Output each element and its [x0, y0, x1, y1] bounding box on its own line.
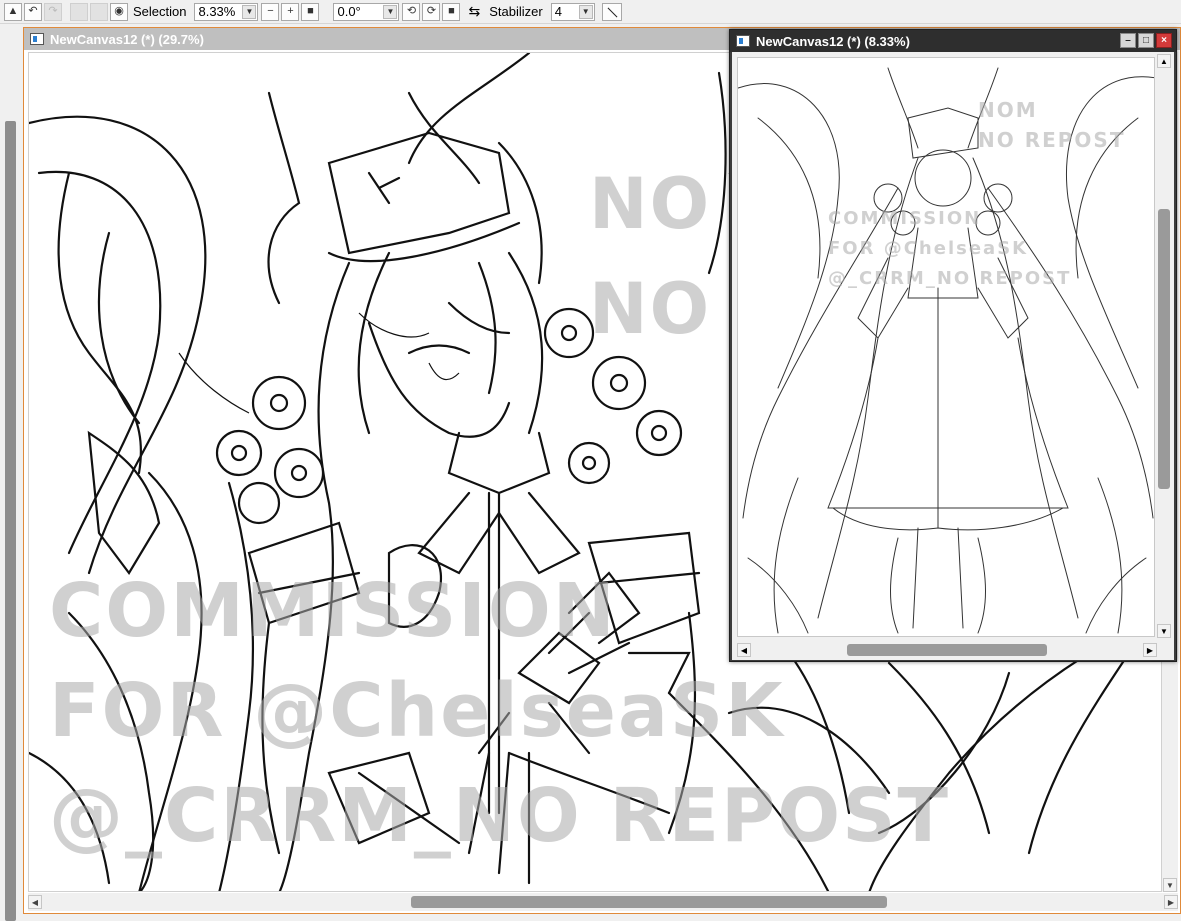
maximize-icon[interactable]: □	[1138, 33, 1154, 48]
navigator-window: NewCanvas12 (*) (8.33%) – □ × NOM NO REP…	[729, 29, 1177, 662]
rotation-value: 0.0°	[337, 4, 361, 19]
main-horizontal-scrollbar[interactable]: ◀ ▶	[28, 893, 1178, 911]
watermark-text: COMMISSION	[828, 208, 982, 229]
watermark-text: FOR @ChelseaSK	[828, 238, 1029, 259]
navigator-title: NewCanvas12 (*) (8.33%)	[756, 33, 910, 49]
navigator-horizontal-scrollbar[interactable]: ◀ ▶	[737, 642, 1157, 658]
watermark-text: NOM	[978, 98, 1038, 122]
chevron-down-icon[interactable]: ▼	[383, 4, 398, 19]
menu-arrow-icon[interactable]: ▲	[4, 2, 22, 21]
navigator-vertical-scrollbar[interactable]: ▲ ▼	[1156, 54, 1172, 638]
scroll-up-icon[interactable]: ▲	[1157, 54, 1171, 68]
rotate-left-icon[interactable]: ⟲	[402, 2, 421, 21]
stabilizer-value: 4	[554, 4, 562, 19]
navigator-canvas[interactable]: NOM NO REPOST COMMISSION FOR @ChelseaSK …	[737, 57, 1155, 637]
rotate-reset-icon[interactable]: ■	[442, 2, 461, 21]
horizontal-scroll-thumb[interactable]	[411, 896, 887, 908]
window-controls: – □ ×	[1118, 33, 1172, 48]
scroll-left-icon[interactable]: ◀	[737, 643, 751, 657]
rotate-right-icon[interactable]: ⟳	[422, 2, 441, 21]
redo-icon[interactable]: ↷	[44, 2, 62, 21]
zoom-select[interactable]: 8.33% ▼	[194, 2, 259, 21]
scroll-right-icon[interactable]: ▶	[1164, 895, 1178, 909]
navigator-body: NOM NO REPOST COMMISSION FOR @ChelseaSK …	[732, 52, 1174, 660]
scroll-right-icon[interactable]: ▶	[1143, 643, 1157, 657]
canvas-doc-icon	[30, 33, 44, 45]
navigator-titlebar[interactable]: NewCanvas12 (*) (8.33%) – □ ×	[730, 30, 1176, 52]
watermark-text: NO REPOST	[978, 128, 1126, 152]
stabilizer-label: Stabilizer	[489, 4, 543, 19]
selection-tool-icon-1[interactable]	[70, 2, 88, 21]
stabilizer-select[interactable]: 4 ▼	[550, 2, 595, 21]
watermark-text: NO	[589, 268, 712, 350]
watermark-text: NO	[589, 163, 712, 245]
zoom-reset-icon[interactable]: ■	[301, 2, 320, 21]
chevron-down-icon[interactable]: ▼	[578, 4, 593, 19]
close-icon[interactable]: ×	[1156, 33, 1172, 48]
toolbar: ▲ ↶ ↷ ◉ Selection 8.33% ▼ − + ■ 0.0° ▼ ⟲…	[0, 0, 1181, 24]
main-window-title: NewCanvas12 (*) (29.7%)	[50, 31, 204, 47]
zoom-in-icon[interactable]: +	[281, 2, 300, 21]
selection-tool-icon-2[interactable]	[90, 2, 108, 21]
watermark-text: FOR @ChelseaSK	[49, 668, 785, 754]
watermark-text: @_CRRM_NO REPOST	[828, 268, 1072, 289]
canvas-doc-icon	[736, 35, 750, 47]
selection-label: Selection	[133, 4, 187, 19]
left-scrollbar-thumb[interactable]	[5, 121, 16, 921]
left-panel-rail	[0, 26, 22, 921]
watermark-text: @_CRRM_NO REPOST	[49, 773, 950, 859]
scroll-left-icon[interactable]: ◀	[28, 895, 42, 909]
navigator-vertical-thumb[interactable]	[1158, 209, 1170, 489]
navigator-horizontal-thumb[interactable]	[847, 644, 1047, 656]
line-tool-icon[interactable]	[601, 2, 622, 21]
undo-icon[interactable]: ↶	[24, 2, 42, 21]
zoom-value: 8.33%	[198, 4, 236, 19]
minimize-icon[interactable]: –	[1120, 33, 1136, 48]
flip-icon[interactable]: ⇆	[468, 3, 480, 20]
scroll-down-icon[interactable]: ▼	[1157, 624, 1171, 638]
eye-icon[interactable]: ◉	[110, 2, 128, 21]
zoom-out-icon[interactable]: −	[261, 2, 280, 21]
scroll-down-icon[interactable]: ▼	[1163, 878, 1177, 892]
rotation-select[interactable]: 0.0° ▼	[333, 2, 400, 21]
watermark-text: COMMISSION	[49, 568, 617, 654]
chevron-down-icon[interactable]: ▼	[242, 4, 257, 19]
